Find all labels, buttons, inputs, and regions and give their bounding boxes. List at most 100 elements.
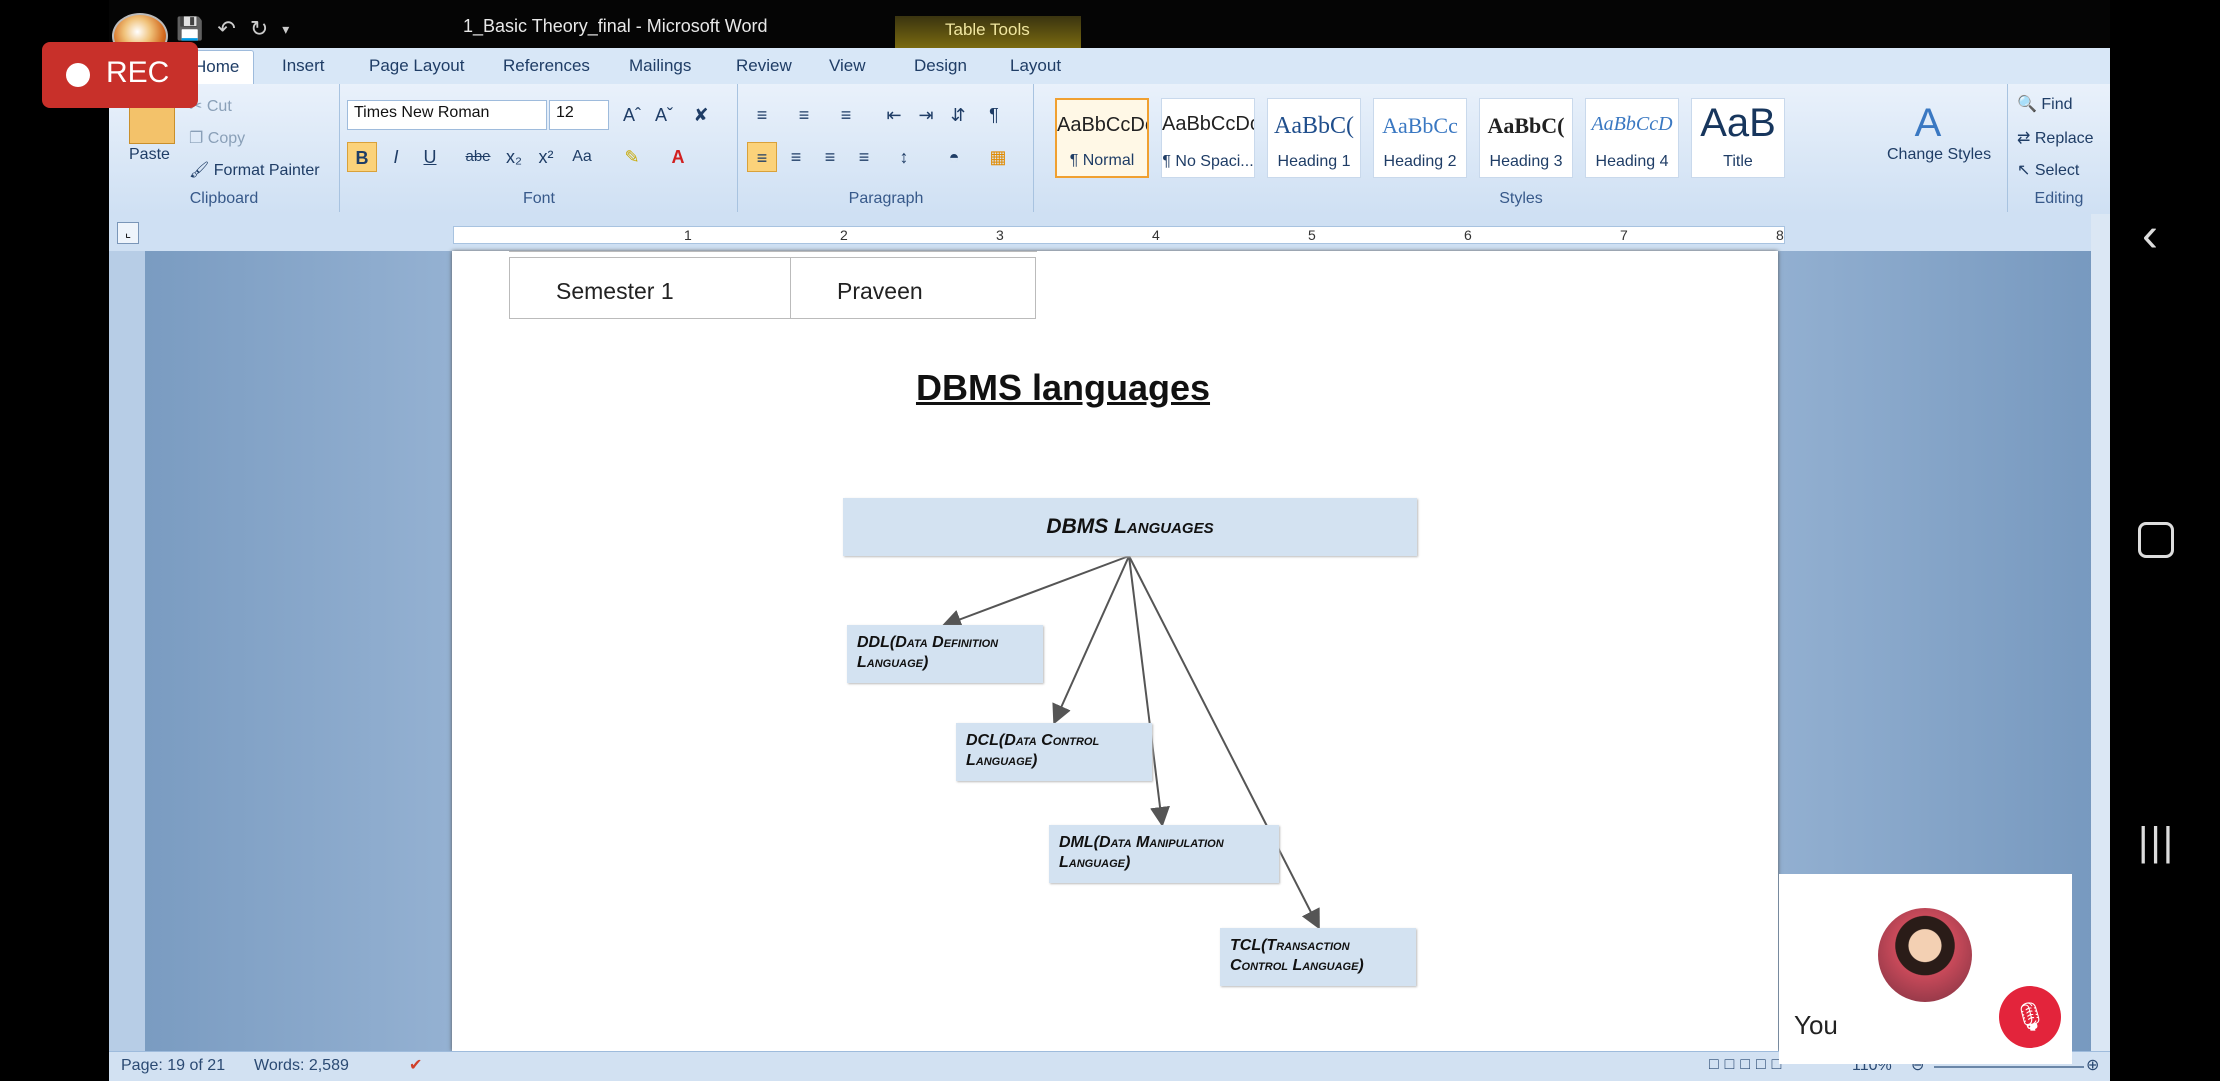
tab-selector-icon[interactable]: ⌞ <box>117 222 139 244</box>
paste-button[interactable]: Paste <box>129 146 170 164</box>
align-left-icon[interactable]: ≡ <box>747 142 777 172</box>
highlight-icon[interactable]: ✎ <box>617 142 647 172</box>
superscript-icon[interactable]: x² <box>531 142 561 172</box>
font-name-select[interactable]: Times New Roman <box>347 100 547 130</box>
font-group: Times New Roman 12 Aˆ Aˇ ✘ B I U abe x₂ … <box>341 84 738 212</box>
tab-mailings[interactable]: Mailings <box>629 56 691 76</box>
copy-button[interactable]: ❐ Copy <box>189 128 245 148</box>
bold-button[interactable]: B <box>347 142 377 172</box>
italic-button[interactable]: I <box>381 142 411 172</box>
editing-label: Editing <box>2034 190 2084 207</box>
home-icon[interactable] <box>2138 522 2174 558</box>
justify-icon[interactable]: ≡ <box>849 142 879 172</box>
grow-font-icon[interactable]: Aˆ <box>617 100 647 130</box>
ruler-number: 7 <box>1620 227 1628 243</box>
style-heading-1[interactable]: AaBbC(Heading 1 <box>1267 98 1361 178</box>
video-tile[interactable]: You 🎙 <box>1779 874 2072 1064</box>
mic-muted-icon[interactable]: 🎙 <box>1999 986 2061 1048</box>
shading-icon[interactable]: ◓ <box>939 142 969 172</box>
style-heading-4[interactable]: AaBbCcD Heading 4 <box>1585 98 1679 178</box>
ruler-number: 3 <box>996 227 1004 243</box>
align-right-icon[interactable]: ≡ <box>815 142 845 172</box>
document-page[interactable]: Semester 1 Praveen DBMS languages DBMS L… <box>452 251 1778 1051</box>
line-spacing-icon[interactable]: ↕ <box>889 142 919 172</box>
horizontal-ruler[interactable]: 1 2 3 4 5 6 7 8 <box>453 226 1785 244</box>
sort-icon[interactable]: ⇵ <box>943 100 973 130</box>
word-count[interactable]: Words: 2,589 <box>254 1057 349 1075</box>
participant-name: You <box>1794 1010 1838 1040</box>
subscript-icon[interactable]: x₂ <box>499 142 529 172</box>
style-no-spacing[interactable]: AaBbCcDc ¶ No Spaci... <box>1161 98 1255 178</box>
show-marks-icon[interactable]: ¶ <box>979 100 1009 130</box>
save-icon[interactable]: 💾 <box>176 16 203 42</box>
recording-indicator[interactable]: REC <box>42 42 198 108</box>
avatar <box>1878 908 1972 1002</box>
undo-icon[interactable]: ↶ <box>217 16 235 42</box>
bullets-icon[interactable]: ≡ <box>747 100 777 130</box>
font-size-select[interactable]: 12 <box>549 100 609 130</box>
style-title[interactable]: AaB Title <box>1691 98 1785 178</box>
multilevel-list-icon[interactable]: ≡ <box>831 100 861 130</box>
clear-format-icon[interactable]: ✘ <box>686 100 716 130</box>
table-tools-label: Table Tools <box>895 16 1081 48</box>
ribbon: Paste ✂ Cut ❐ Copy 🖌 Format Painter Clip… <box>109 84 2110 214</box>
increase-indent-icon[interactable]: ⇥ <box>911 100 941 130</box>
tab-layout[interactable]: Layout <box>1010 56 1061 76</box>
customize-qat-icon[interactable]: ▾ <box>282 21 289 38</box>
tab-references[interactable]: References <box>503 56 590 76</box>
change-styles-icon[interactable]: A <box>1903 98 1953 148</box>
ruler-number: 5 <box>1308 227 1316 243</box>
tab-page-layout[interactable]: Page Layout <box>369 56 464 76</box>
vertical-scrollbar[interactable] <box>2091 214 2110 1051</box>
ruler-number: 4 <box>1152 227 1160 243</box>
format-painter-button[interactable]: 🖌 Format Painter <box>189 160 320 180</box>
font-color-icon[interactable]: A <box>663 142 693 172</box>
editing-group: 🔍 Find ⇄ Replace ↖ Select Editing <box>2009 84 2109 212</box>
document-title: 1_Basic Theory_final - Microsoft Word <box>463 16 768 36</box>
zoom-in-icon[interactable]: ⊕ <box>2086 1055 2099 1075</box>
strikethrough-button[interactable]: abe <box>463 142 493 172</box>
decrease-indent-icon[interactable]: ⇤ <box>879 100 909 130</box>
back-icon[interactable]: ‹ <box>2142 208 2158 263</box>
proofing-icon[interactable]: ✔ <box>409 1055 422 1075</box>
change-case-button[interactable]: Aa <box>567 142 597 172</box>
style-heading-3[interactable]: AaBbC(Heading 3 <box>1479 98 1573 178</box>
find-button[interactable]: 🔍 Find <box>2017 94 2073 114</box>
borders-icon[interactable]: ▦ <box>983 142 1013 172</box>
arrow-dcl <box>1052 555 1130 725</box>
numbering-icon[interactable]: ≡ <box>789 100 819 130</box>
arrow-dml <box>1128 555 1170 827</box>
style-heading-2[interactable]: AaBbCc Heading 2 <box>1373 98 1467 178</box>
arrow-ddl <box>941 555 1130 629</box>
ruler-number: 8 <box>1776 227 1784 243</box>
change-styles-button[interactable]: Change Styles <box>1887 146 1991 164</box>
diagram-node-tcl: TCL(Transaction Control Language) <box>1220 928 1416 986</box>
android-nav-bar: ‹ ||| <box>2110 0 2220 1080</box>
zoom-slider[interactable] <box>1934 1066 2084 1068</box>
select-button[interactable]: ↖ Select <box>2017 160 2079 180</box>
ruler-number: 2 <box>840 227 848 243</box>
title-bar <box>109 0 2110 48</box>
tab-review[interactable]: Review <box>736 56 792 76</box>
styles-group: AaBbCcDc ¶ Normal AaBbCcDc ¶ No Spaci... A… <box>1035 84 2008 212</box>
tab-design[interactable]: Design <box>914 56 967 76</box>
diagram-node-dml: DML(Data Manipulation Language) <box>1049 825 1279 883</box>
paragraph-group: ≡ ≡ ≡ ⇤ ⇥ ⇵ ¶ ≡ ≡ ≡ ≡ ↕ ◓ ▦ Paragraph <box>739 84 1034 212</box>
replace-button[interactable]: ⇄ Replace <box>2017 128 2094 148</box>
tab-view[interactable]: View <box>829 56 866 76</box>
underline-button[interactable]: U <box>415 142 445 172</box>
page-count[interactable]: Page: 19 of 21 <box>121 1057 225 1075</box>
view-buttons[interactable]: □□□□□ <box>1709 1056 1787 1074</box>
recents-icon[interactable]: ||| <box>2138 820 2175 865</box>
record-dot-icon <box>66 63 90 87</box>
paragraph-label: Paragraph <box>848 190 924 207</box>
style-normal[interactable]: AaBbCcDc ¶ Normal <box>1055 98 1149 178</box>
shrink-font-icon[interactable]: Aˇ <box>649 100 679 130</box>
vertical-ruler <box>109 251 145 1051</box>
align-center-icon[interactable]: ≡ <box>781 142 811 172</box>
ruler-number: 6 <box>1464 227 1472 243</box>
redo-icon[interactable]: ↻ <box>250 16 268 42</box>
ribbon-tabs: Home Insert Page Layout References Maili… <box>109 48 2110 85</box>
diagram-connectors <box>941 555 1320 930</box>
tab-insert[interactable]: Insert <box>282 56 325 76</box>
